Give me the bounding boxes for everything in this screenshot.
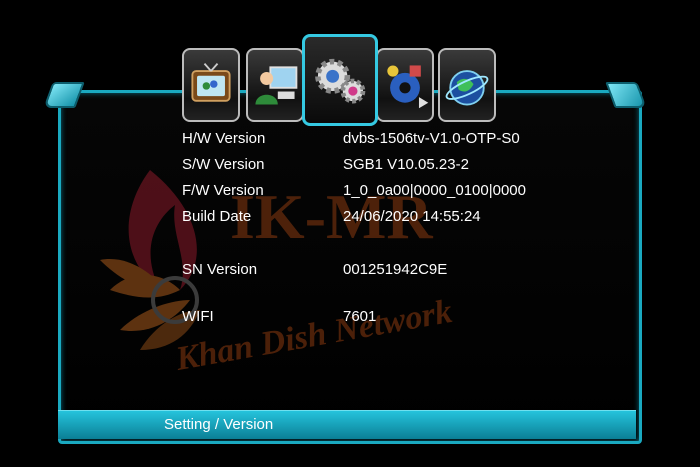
tv-icon [191,62,231,102]
tab-user-settings[interactable] [246,48,304,122]
hw-version-value: dvbs-1506tv-V1.0-OTP-S0 [343,130,520,147]
sw-version-value: SGB1 V10.05.23-2 [343,156,469,173]
info-row-wifi: WIFI 7601 [182,306,582,328]
build-date-value: 24/06/2020 14:55:24 [343,208,481,225]
sn-version-value: 001251942C9E [343,261,448,278]
tab-media[interactable] [376,48,434,122]
media-icon [387,65,429,109]
user-computer-icon [255,66,298,105]
info-row-build: Build Date 24/06/2020 14:55:24 [182,206,582,228]
info-row-sw: S/W Version SGB1 V10.05.23-2 [182,154,582,176]
fw-version-label: F/W Version [182,182,264,199]
info-row-hw: H/W Version dvbs-1506tv-V1.0-OTP-S0 [182,128,582,150]
tab-network[interactable] [438,48,496,122]
sn-version-label: SN Version [182,261,258,278]
globe-icon [445,70,489,106]
settings-gears-icon [315,58,366,104]
tab-settings[interactable] [302,34,378,126]
wifi-label: WIFI [182,308,214,325]
tab-tv[interactable] [182,48,240,122]
stb-screen: IK-MR Khan Dish Network H/W Version dvbs… [0,0,700,467]
wifi-value: 7601 [343,308,377,325]
hw-version-label: H/W Version [182,130,266,147]
info-row-fw: F/W Version 1_0_0a00|0000_0100|0000 [182,180,582,202]
main-menu-tabs [180,34,520,130]
build-date-label: Build Date [182,208,252,225]
status-bar: Setting / Version [58,410,636,439]
sw-version-label: S/W Version [182,156,265,173]
info-row-sn: SN Version 001251942C9E [182,259,582,281]
breadcrumb: Setting / Version [164,416,274,433]
fw-version-value: 1_0_0a00|0000_0100|0000 [343,182,526,199]
